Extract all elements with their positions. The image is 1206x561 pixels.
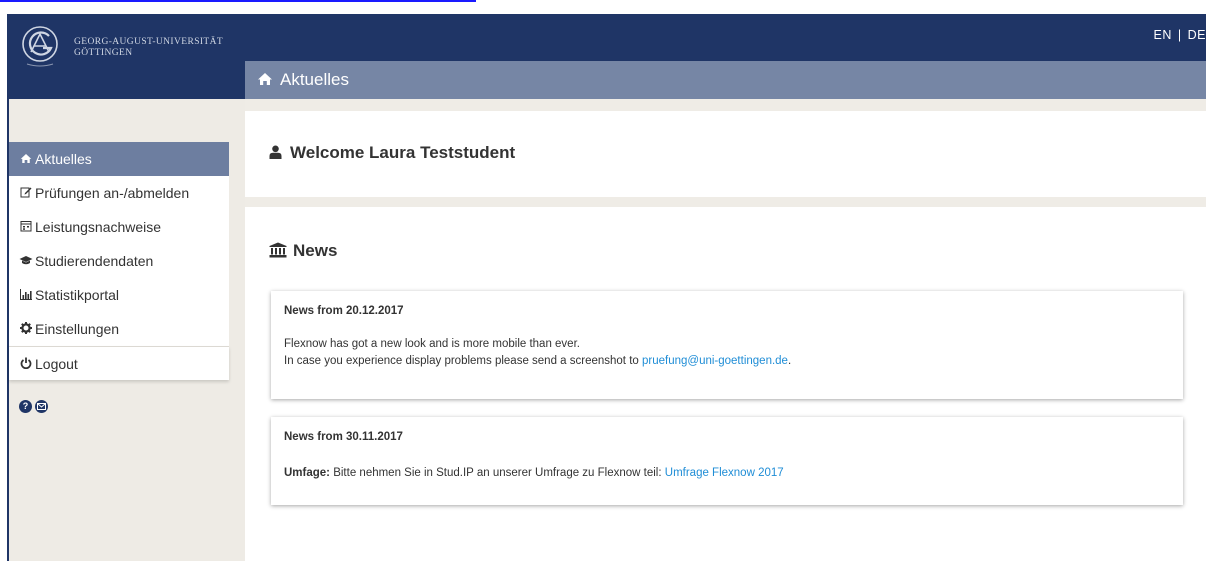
home-icon <box>258 73 272 85</box>
university-name-line1: GEORG-AUGUST-UNIVERSITÄT <box>74 37 224 47</box>
sidebar-item-label: Leistungsnachweise <box>35 219 162 235</box>
sidebar: Aktuelles Prüfungen an-/abmelden Leistun… <box>9 99 245 561</box>
sidebar-item-aktuelles[interactable]: Aktuelles <box>9 142 229 176</box>
welcome-panel: Welcome Laura Teststudent <box>245 111 1206 197</box>
news-item: News from 20.12.2017 Flexnow has got a n… <box>271 291 1183 399</box>
university-name-line2: GÖTTINGEN <box>74 48 133 58</box>
sidebar-item-pruefungen[interactable]: Prüfungen an-/abmelden <box>9 176 229 210</box>
home-icon <box>19 143 33 177</box>
main-content: Welcome Laura Teststudent News News from… <box>245 99 1206 561</box>
news-text: Flexnow has got a new look and is more m… <box>284 338 580 350</box>
user-icon <box>269 145 282 159</box>
news-text-suffix: . <box>787 355 792 367</box>
sidebar-item-label: Studierendendaten <box>35 253 154 269</box>
news-item: News from 30.11.2017 Umfage: Bitte nehme… <box>271 417 1183 505</box>
lang-de-link[interactable]: DE <box>1188 28 1206 42</box>
news-text-line: Umfage: Bitte nehmen Sie in Stud.IP an u… <box>284 467 784 479</box>
sidebar-item-leistungsnachweise[interactable]: Leistungsnachweise <box>9 210 229 244</box>
sidebar-item-label: Statistikportal <box>35 287 120 303</box>
page-title: Aktuelles <box>280 70 349 89</box>
lang-en-link[interactable]: EN <box>1154 28 1172 42</box>
sidebar-item-label: Aktuelles <box>35 151 92 167</box>
page-heading-bar: Aktuelles <box>245 61 1206 99</box>
power-icon <box>19 348 33 382</box>
top-accent-line <box>0 0 476 2</box>
news-text-line2: In case you experience display problems … <box>284 355 791 367</box>
email-link[interactable]: pruefung@uni-goettingen.de <box>642 355 788 367</box>
news-date: News from 30.11.2017 <box>284 431 403 443</box>
calendar-icon <box>19 211 33 245</box>
edit-icon <box>19 177 33 211</box>
sidebar-nav: Aktuelles Prüfungen an-/abmelden Leistun… <box>9 142 229 380</box>
university-name: GEORG-AUGUST-UNIVERSITÄT GÖTTINGEN <box>74 37 223 59</box>
gear-icon <box>19 313 33 347</box>
bank-icon <box>269 242 287 258</box>
welcome-heading: Welcome Laura Teststudent <box>290 143 516 162</box>
graduation-cap-icon <box>19 245 33 279</box>
news-panel: News News from 20.12.2017 Flexnow has go… <box>245 207 1206 561</box>
news-bold-prefix: Umfage: <box>284 467 331 479</box>
sidebar-item-label: Einstellungen <box>35 321 120 337</box>
help-icon[interactable]: ? <box>19 400 32 413</box>
university-logo[interactable]: GEORG-AUGUST-UNIVERSITÄT GÖTTINGEN <box>19 24 239 70</box>
news-text: In case you experience display problems … <box>284 355 642 367</box>
logout-label: Logout <box>35 356 78 372</box>
sidebar-item-studierendendaten[interactable]: Studierendendaten <box>9 244 229 278</box>
bar-chart-icon <box>19 279 33 313</box>
news-heading-label: News <box>293 241 338 260</box>
logout-button[interactable]: Logout <box>9 346 229 380</box>
seal-icon <box>22 26 58 67</box>
lang-separator: | <box>1177 28 1182 42</box>
sidebar-item-label: Prüfungen an-/abmelden <box>35 185 190 201</box>
news-date: News from 20.12.2017 <box>284 305 404 317</box>
mail-icon[interactable] <box>35 400 48 413</box>
sidebar-item-einstellungen[interactable]: Einstellungen <box>9 312 229 346</box>
news-text: Bitte nehmen Sie in Stud.IP an unserer U… <box>330 467 665 479</box>
help-icons: ? <box>19 396 51 414</box>
language-switcher: EN | DE <box>1154 28 1206 42</box>
survey-link[interactable]: Umfrage Flexnow 2017 <box>665 467 784 479</box>
news-heading: News <box>269 241 337 261</box>
sidebar-item-statistikportal[interactable]: Statistikportal <box>9 278 229 312</box>
